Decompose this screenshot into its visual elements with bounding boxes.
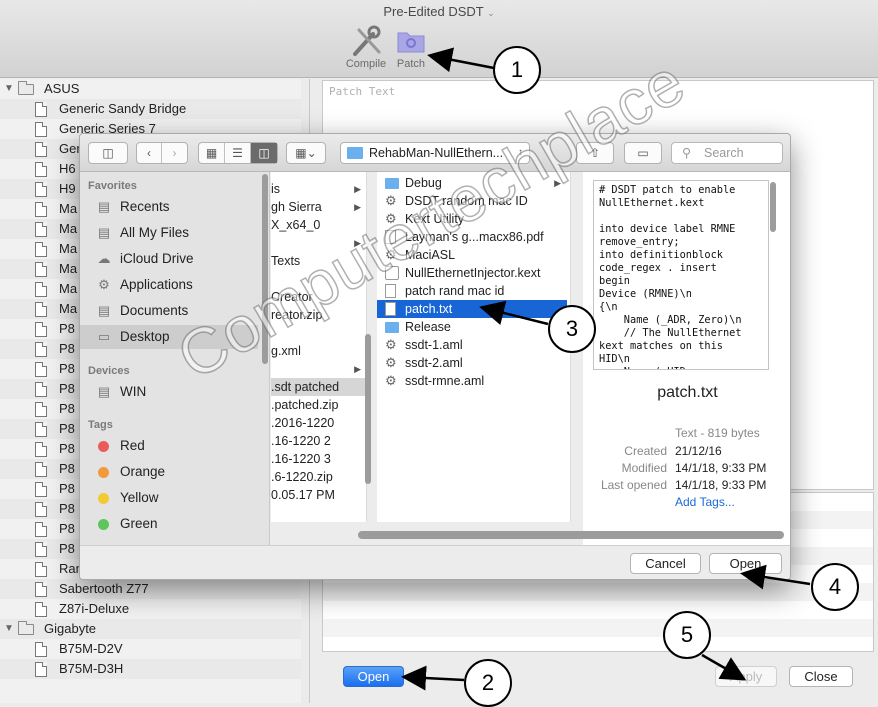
callout-3: 3: [548, 305, 596, 353]
callout-2: 2: [464, 659, 512, 707]
callout-4: 4: [811, 563, 859, 611]
annotation-arrows: [401, 47, 811, 691]
callout-1: 1: [493, 46, 541, 94]
callout-5: 5: [663, 611, 711, 659]
